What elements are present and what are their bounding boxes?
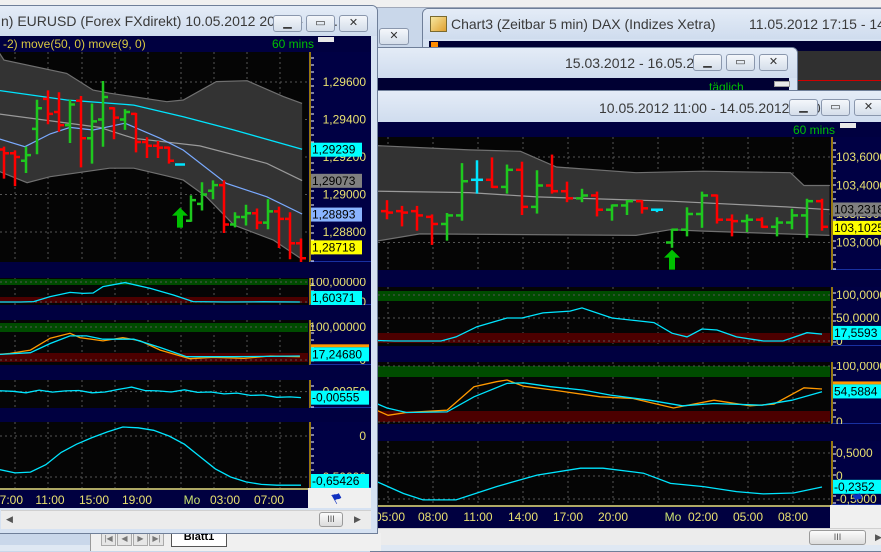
time-label: 08:00 xyxy=(418,510,448,524)
value-tag-label: 1,28718 xyxy=(312,240,356,254)
indicator-tick-label: 100,00000 xyxy=(309,320,366,334)
close-button[interactable]: ✕ xyxy=(759,54,788,71)
minimize-button[interactable]: ▁ xyxy=(273,15,302,32)
close-button[interactable]: ✕ xyxy=(339,15,368,32)
chart3-title: Chart3 (Zeitbar 5 min) DAX (Indizes Xetr… xyxy=(451,16,716,32)
value-tag-label: 103,1025 xyxy=(834,221,881,235)
time-label: 07:00 xyxy=(0,493,23,507)
time-label: 03:00 xyxy=(210,493,240,507)
indicator-tick-label: 100,0000 xyxy=(836,288,881,302)
panel-resize-handle[interactable] xyxy=(840,123,856,128)
scrollbar-thumb[interactable]: III xyxy=(319,512,343,527)
minimize-button[interactable]: ▁ xyxy=(693,54,722,71)
eurusd-horizontal-scrollbar[interactable]: ◀ III ▶ xyxy=(1,510,371,529)
overbought-zone xyxy=(378,366,830,377)
time-label: 20:00 xyxy=(598,510,628,524)
panel-resize-handle[interactable] xyxy=(318,37,334,42)
panel-plot-area xyxy=(0,380,308,408)
panel-separator xyxy=(0,408,371,422)
value-tag-label: 103,2318 xyxy=(834,202,881,216)
time-label: 15:00 xyxy=(79,493,109,507)
time-label: Mo xyxy=(665,510,682,524)
panel-plot-area xyxy=(378,441,830,505)
dax-chart[interactable]: 60 mins103,6000103,4000103,2000103,00001… xyxy=(370,122,881,528)
axis-corner xyxy=(830,505,881,528)
time-label: 19:00 xyxy=(122,493,152,507)
value-tag-label: 54,5884 xyxy=(834,384,878,398)
chart-window-icon xyxy=(430,16,447,32)
value-tag-label: 1,29239 xyxy=(312,143,356,157)
time-label: 08:00 xyxy=(778,510,808,524)
period-label: 60 mins xyxy=(272,37,314,51)
time-label: Mo xyxy=(184,493,201,507)
middle-titlebar[interactable]: 15.03.2012 - 16.05.2012 ▁ ▭ ✕ xyxy=(378,48,797,78)
price-tick-label: 1,28800 xyxy=(323,225,367,239)
ohlc-bar xyxy=(175,163,185,166)
chart-layer: 60 mins103,6000103,4000103,2000103,00001… xyxy=(375,122,881,528)
time-label: 11:00 xyxy=(35,493,64,507)
time-label: 07:00 xyxy=(254,493,284,507)
close-button[interactable]: ✕ xyxy=(854,99,881,116)
next-sheet-button[interactable]: ▶ xyxy=(133,533,148,546)
panel-separator xyxy=(0,305,371,320)
panel-plot-area xyxy=(0,422,308,488)
value-tag-label: 17,5593 xyxy=(834,326,878,340)
chart3-titlebar[interactable]: Chart3 (Zeitbar 5 min) DAX (Indizes Xetr… xyxy=(423,9,881,39)
value-tag-label: 1,60371 xyxy=(312,291,356,305)
prev-sheet-button[interactable]: ◀ xyxy=(117,533,132,546)
indicator-tick-label: 50,0000 xyxy=(836,311,880,325)
value-tag-label: 1,28893 xyxy=(312,208,356,222)
overbought-zone xyxy=(378,291,830,301)
time-label: 14:00 xyxy=(508,510,538,524)
eurusd-titlebar[interactable]: n) EURUSD (Forex FXdirekt) 10.05.2012 20… xyxy=(0,6,377,36)
price-tick-label: 1,29400 xyxy=(323,113,367,127)
price-tick-label: 103,0000 xyxy=(836,236,881,250)
time-label: 11:00 xyxy=(463,510,492,524)
value-tag-label: 1,29073 xyxy=(312,174,356,188)
price-tick-label: 1,29000 xyxy=(323,188,367,202)
value-tag-label: 17,24680 xyxy=(312,347,362,361)
price-tick-label: 103,4000 xyxy=(836,179,881,193)
value-tag-label: -0,65426 xyxy=(312,474,360,488)
maximize-button[interactable]: ▭ xyxy=(821,99,850,116)
panel-separator xyxy=(378,270,881,287)
indicator-legend: -2) move(50, 0) move(9, 0) xyxy=(3,37,146,51)
oversold-zone xyxy=(378,411,830,422)
sheet-tab-blatt1[interactable]: Blatt1 xyxy=(171,533,227,547)
dax-titlebar[interactable]: 10.05.2012 11:00 - 14.05.2012 10:00 ▁ ▭ … xyxy=(371,91,881,123)
minimize-button[interactable]: ▁ xyxy=(789,99,818,116)
scrollbar-thumb[interactable]: III xyxy=(809,530,866,545)
value-tag-label: -0,00555 xyxy=(312,391,360,405)
sheet-tab-bar: |◀ ◀ ▶ ▶| Blatt1 xyxy=(90,533,381,551)
panel-separator xyxy=(378,346,881,362)
chart-layer: -2) move(50, 0) move(9, 0) 60 mins 1,29600… xyxy=(0,36,371,508)
chart3-range: 11.05.2012 17:15 - 14.05.20 xyxy=(749,16,881,32)
panel-separator xyxy=(0,262,371,278)
scroll-right-arrow-icon[interactable]: ▶ xyxy=(875,532,881,543)
scroll-right-arrow-icon[interactable]: ▶ xyxy=(354,514,361,525)
panel-separator xyxy=(378,424,881,441)
last-sheet-button[interactable]: ▶| xyxy=(149,533,164,546)
eurusd-chart[interactable]: -2) move(50, 0) move(9, 0) 60 mins 1,29600… xyxy=(0,36,371,508)
maximize-button[interactable]: ▭ xyxy=(306,15,335,32)
time-label: 02:00 xyxy=(688,510,718,524)
time-label: 17:00 xyxy=(553,510,583,524)
indicator-tick-label: 0 xyxy=(359,429,366,443)
indicator-tick-label: 0,5000 xyxy=(836,446,873,460)
period-label: 60 mins xyxy=(793,123,835,137)
time-label: 05:00 xyxy=(733,510,763,524)
hidden-window-close-button[interactable]: ✕ xyxy=(379,28,409,45)
price-tick-label: 1,29600 xyxy=(323,75,367,89)
panel-separator xyxy=(0,365,371,380)
maximize-button[interactable]: ▭ xyxy=(726,54,755,71)
first-sheet-button[interactable]: |◀ xyxy=(101,533,116,546)
time-label: 05:00 xyxy=(375,510,405,524)
oversold-zone xyxy=(0,353,308,362)
middle-panel-handle[interactable] xyxy=(774,81,790,87)
price-tick-label: 103,6000 xyxy=(836,150,881,164)
scroll-left-arrow-icon[interactable]: ◀ xyxy=(6,514,13,525)
